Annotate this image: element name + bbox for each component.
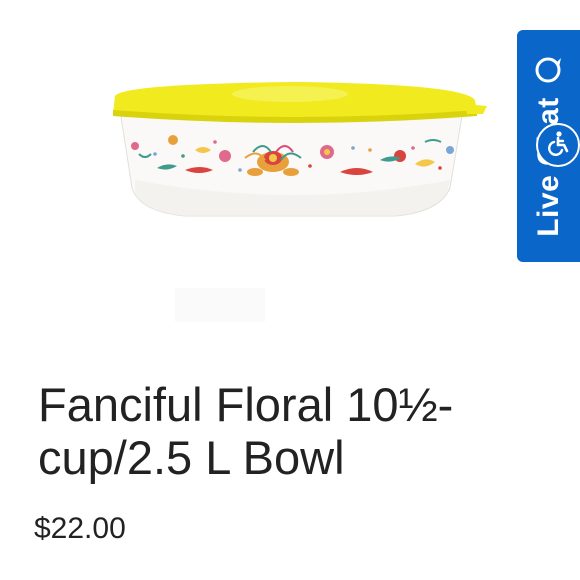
product-title: Fanciful Floral 10½-cup/2.5 L Bowl [38, 378, 454, 484]
product-price: $22.00 [34, 512, 126, 545]
live-chat-label: Live Chat [531, 97, 565, 237]
product-image [95, 60, 490, 350]
accessibility-button[interactable] [536, 123, 580, 167]
floral-bowl-illustration [113, 82, 487, 322]
chat-bubble-icon [534, 55, 564, 85]
wheelchair-accessibility-icon [544, 129, 572, 162]
